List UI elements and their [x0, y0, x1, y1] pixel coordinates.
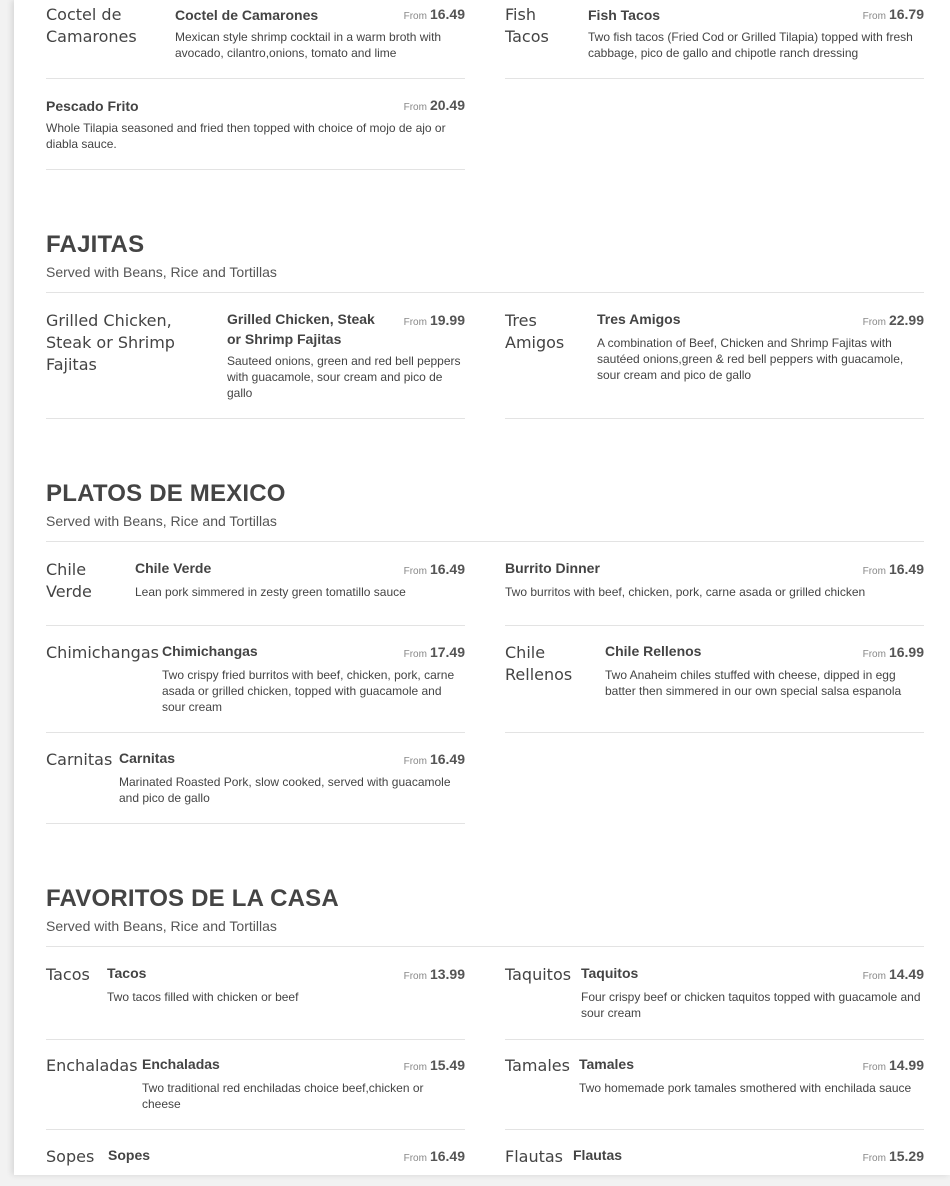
item-description: Two tacos filled with chicken or beef: [107, 990, 299, 1004]
item-price: From 14.49: [862, 966, 924, 982]
item-name: Enchaladas: [142, 1056, 220, 1072]
menu-item-sopes[interactable]: Sopes Sopes From 16.49: [46, 1146, 465, 1186]
item-description: Whole Tilapia seasoned and fried then to…: [46, 121, 446, 151]
item-price: From 16.99: [862, 644, 924, 660]
item-image: Coctel de Camarones: [46, 5, 137, 46]
item-name: Chimichangas: [162, 643, 258, 659]
menu-item-coctel-de-camarones[interactable]: Coctel de Camarones Coctel de Camarones …: [46, 4, 465, 79]
item-price: From 15.49: [403, 1057, 465, 1073]
menu-item-pescado-frito[interactable]: Pescado Frito From 20.49 Whole Tilapia se…: [46, 95, 465, 170]
menu-item-taquitos[interactable]: Taquitos Taquitos From 14.49 Four crispy …: [505, 964, 924, 1040]
menu-item-chimichangas[interactable]: Chimichangas Chimichangas From 17.49 Two …: [46, 642, 465, 733]
item-description: Sauteed onions, green and red bell peppe…: [227, 354, 461, 400]
menu-item-flautas[interactable]: Flautas Flautas From 15.29: [505, 1146, 924, 1175]
section-subtitle: Served with Beans, Rice and Tortillas: [46, 264, 277, 280]
item-description: Two crispy fried burritos with beef, chi…: [162, 668, 455, 714]
menu-item-tamales[interactable]: Tamales Tamales From 14.99 Two homemade p…: [505, 1055, 924, 1130]
item-price: From 13.99: [403, 966, 465, 982]
item-price: From 15.29: [862, 1148, 924, 1164]
item-description: Two traditional red enchiladas choice be…: [142, 1081, 424, 1111]
item-name: Carnitas: [119, 750, 176, 766]
menu-item-fajitas[interactable]: Grilled Chicken, Steak or Shrimp Fajitas…: [46, 310, 465, 419]
menu-item-burrito-dinner[interactable]: Burrito Dinner From 16.49 Two burritos wi…: [505, 559, 924, 626]
item-image: Taquitos: [505, 965, 572, 984]
item-description: Marinated Roasted Pork, slow cooked, ser…: [119, 775, 451, 805]
section-title: FAJITAS: [46, 231, 145, 258]
section-subtitle: Served with Beans, Rice and Tortillas: [46, 918, 277, 934]
item-description: A combination of Beef, Chicken and Shrim…: [597, 336, 904, 382]
item-name: Pescado Frito: [46, 98, 139, 114]
item-price: From 19.99: [403, 312, 465, 328]
item-image: Tacos: [46, 965, 90, 984]
item-price: From 16.49: [862, 561, 924, 577]
item-image: Chile Rellenos: [505, 643, 573, 684]
item-name: Fish Tacos: [588, 7, 661, 23]
item-description: Two fish tacos (Fried Cod or Grilled Til…: [588, 30, 913, 60]
item-name: Taquitos: [581, 965, 639, 981]
item-image: Sopes: [46, 1147, 95, 1166]
item-price: From 22.99: [862, 312, 924, 328]
section-divider: [46, 946, 924, 947]
menu-item-tacos[interactable]: Tacos Tacos From 13.99 Two tacos filled w…: [46, 964, 465, 1040]
item-price: From 20.49: [403, 97, 465, 113]
item-price: From 16.49: [403, 1148, 465, 1164]
item-description: Four crispy beef or chicken taquitos top…: [581, 990, 921, 1020]
menu-item-chile-rellenos[interactable]: Chile Rellenos Chile Rellenos From 16.99 …: [505, 642, 924, 733]
item-image: Chile Verde: [46, 560, 92, 601]
item-image: Chimichangas: [46, 643, 159, 662]
menu-item-chile-verde[interactable]: Chile Verde Chile Verde From 16.49 Lean p…: [46, 559, 465, 626]
item-image: Fish Tacos: [505, 5, 549, 46]
section-divider: [46, 292, 924, 293]
item-price: From 16.49: [403, 751, 465, 767]
item-description: Two Anaheim chiles stuffed with cheese, …: [605, 668, 902, 698]
item-name: Chile Verde: [135, 560, 212, 576]
item-price: From 16.79: [862, 6, 924, 22]
menu-item-tres-amigos[interactable]: Tres Amigos Tres Amigos From 22.99 A comb…: [505, 310, 924, 419]
item-image: Flautas: [505, 1147, 564, 1166]
item-name: Grilled Chicken, Steak or Shrimp Fajitas: [227, 311, 375, 347]
menu-item-carnitas[interactable]: Carnitas Carnitas From 16.49 Marinated Ro…: [46, 749, 465, 824]
item-image: Enchaladas: [46, 1056, 138, 1075]
item-description: Two homemade pork tamales smothered with…: [579, 1081, 912, 1095]
item-name: Tres Amigos: [597, 311, 681, 327]
item-name: Burrito Dinner: [505, 560, 600, 576]
section-divider: [46, 541, 924, 542]
item-image: Grilled Chicken, Steak or Shrimp Fajitas: [46, 311, 175, 374]
item-name: Tamales: [579, 1056, 634, 1072]
section-title: PLATOS DE MEXICO: [46, 480, 286, 507]
item-price: From 14.99: [862, 1057, 924, 1073]
item-name: Sopes: [108, 1147, 151, 1163]
item-name: Coctel de Camarones: [175, 7, 319, 23]
item-description: Mexican style shrimp cocktail in a warm …: [175, 30, 442, 60]
item-description: Lean pork simmered in zesty green tomati…: [135, 585, 406, 599]
menu-item-enchaladas[interactable]: Enchaladas Enchaladas From 15.49 Two trad…: [46, 1055, 465, 1130]
item-price: From 16.49: [403, 561, 465, 577]
section-subtitle: Served with Beans, Rice and Tortillas: [46, 513, 277, 529]
section-title: FAVORITOS DE LA CASA: [46, 885, 339, 912]
item-image: Tres Amigos: [505, 311, 565, 352]
item-name: Chile Rellenos: [605, 643, 702, 659]
item-description: Two burritos with beef, chicken, pork, c…: [505, 585, 866, 599]
item-image: Tamales: [505, 1056, 570, 1075]
item-name: Flautas: [573, 1147, 623, 1163]
item-price: From 17.49: [403, 644, 465, 660]
item-price: From 16.49: [403, 6, 465, 22]
item-image: Carnitas: [46, 750, 113, 769]
item-name: Tacos: [107, 965, 147, 981]
menu-item-fish-tacos[interactable]: Fish Tacos Fish Tacos From 16.79 Two fish…: [505, 4, 924, 79]
